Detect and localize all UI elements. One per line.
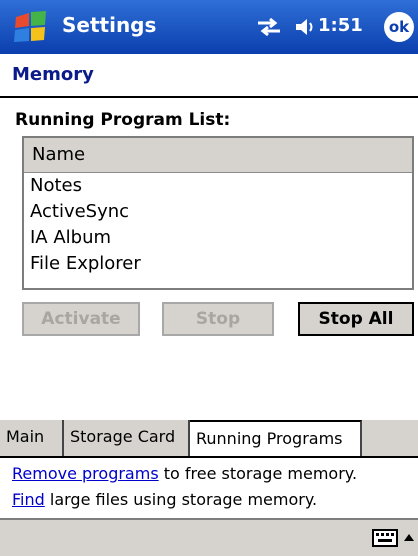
- windows-start-icon[interactable]: [12, 9, 50, 45]
- list-item[interactable]: Notes: [24, 173, 412, 199]
- ok-button[interactable]: ok: [384, 12, 414, 42]
- app-title: Settings: [62, 13, 157, 37]
- column-header-name[interactable]: Name: [24, 138, 412, 173]
- sync-arrows-icon[interactable]: [256, 16, 282, 38]
- info-line-find: Find large files using storage memory.: [12, 490, 317, 509]
- stop-all-button[interactable]: Stop All: [298, 302, 414, 336]
- speaker-volume-icon[interactable]: [293, 15, 317, 39]
- info-line-remove: Remove programs to free storage memory.: [12, 464, 357, 483]
- list-item[interactable]: File Explorer: [24, 251, 412, 277]
- tab-storage-card[interactable]: Storage Card: [64, 420, 190, 456]
- tab-running-programs[interactable]: Running Programs: [190, 420, 362, 456]
- up-arrow-icon[interactable]: [403, 528, 415, 548]
- list-item[interactable]: ActiveSync: [24, 199, 412, 225]
- find-link[interactable]: Find: [12, 490, 45, 509]
- clock[interactable]: 1:51: [318, 15, 363, 36]
- title-bar: Settings 1:51 ok: [0, 0, 418, 54]
- page-header: Memory: [0, 54, 418, 98]
- menu-bar: [0, 518, 418, 556]
- running-program-list-label: Running Program List:: [15, 110, 231, 130]
- tab-main[interactable]: Main: [0, 420, 64, 456]
- info-text: to free storage memory.: [158, 464, 358, 483]
- list-item[interactable]: IA Album: [24, 225, 412, 251]
- stop-button[interactable]: Stop: [162, 302, 274, 336]
- activate-button[interactable]: Activate: [22, 302, 140, 336]
- keyboard-icon[interactable]: [372, 528, 398, 548]
- tab-strip: Main Storage Card Running Programs: [0, 420, 418, 458]
- running-program-list[interactable]: Name Notes ActiveSync IA Album File Expl…: [22, 136, 414, 290]
- remove-programs-link[interactable]: Remove programs: [12, 464, 159, 483]
- info-text: large files using storage memory.: [44, 490, 318, 509]
- page-title: Memory: [12, 64, 94, 85]
